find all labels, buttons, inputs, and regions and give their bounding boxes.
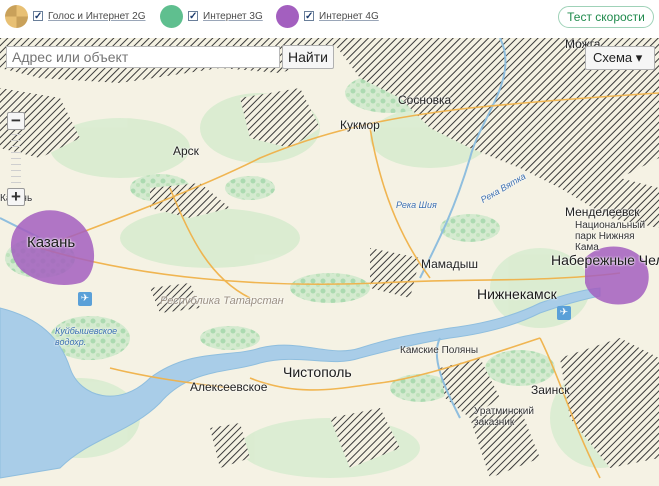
place-label: Менделеевск bbox=[565, 205, 640, 219]
zoom-out-button[interactable]: − bbox=[7, 112, 25, 130]
place-label: Арск bbox=[173, 144, 199, 158]
checkbox-4g[interactable]: ✓ bbox=[304, 11, 314, 22]
place-label: Кукмор bbox=[340, 118, 380, 132]
reservoir-label: Куйбышевское водохр. bbox=[55, 326, 118, 347]
zoom-slider[interactable] bbox=[11, 134, 21, 186]
place-label: Мамадыш bbox=[421, 257, 478, 271]
speed-test-button[interactable]: Тест скорости bbox=[558, 6, 654, 28]
checkbox-2g[interactable]: ✓ bbox=[33, 11, 43, 22]
place-label: Чистополь bbox=[283, 364, 352, 380]
place-label: Национальный парк Нижняя Кама bbox=[575, 220, 646, 253]
checkbox-3g[interactable]: ✓ bbox=[188, 11, 198, 22]
river-label: Река Шия bbox=[396, 200, 437, 210]
search-input[interactable] bbox=[6, 46, 280, 68]
place-label: Набережные Челны bbox=[551, 252, 659, 268]
find-button[interactable]: Найти bbox=[282, 45, 334, 69]
zoom-in-button[interactable]: + bbox=[7, 188, 25, 206]
place-label: Заинск bbox=[531, 383, 570, 397]
legend-label-2g[interactable]: Голос и Интернет 2G bbox=[48, 11, 146, 22]
coverage-2g-icon bbox=[5, 5, 28, 28]
map-type-dropdown[interactable]: Схема ▾ bbox=[585, 46, 655, 70]
legend-label-3g[interactable]: Интернет 3G bbox=[203, 11, 263, 22]
coverage-4g-icon bbox=[276, 5, 299, 28]
place-label: Казань bbox=[27, 234, 76, 251]
legend-bar: ✓ Голос и Интернет 2G ✓ Интернет 3G ✓ Ин… bbox=[0, 0, 659, 38]
legend-label-4g[interactable]: Интернет 4G bbox=[319, 11, 379, 22]
place-label: Уратминский заказник bbox=[474, 406, 534, 428]
region-label: Республика Татарстан bbox=[160, 295, 284, 307]
place-label: Сосновка bbox=[398, 93, 452, 107]
place-label: Нижнекамск bbox=[477, 286, 557, 302]
place-label: Камские Поляны bbox=[400, 345, 479, 356]
coverage-map[interactable]: Можга Сосновка Кукмор Арск Казань Казань… bbox=[0, 38, 659, 486]
coverage-3g-icon bbox=[160, 5, 183, 28]
airplane-icon: ✈ bbox=[78, 292, 92, 306]
place-label: Алексеевское bbox=[190, 380, 268, 394]
airplane-icon: ✈ bbox=[557, 306, 571, 320]
